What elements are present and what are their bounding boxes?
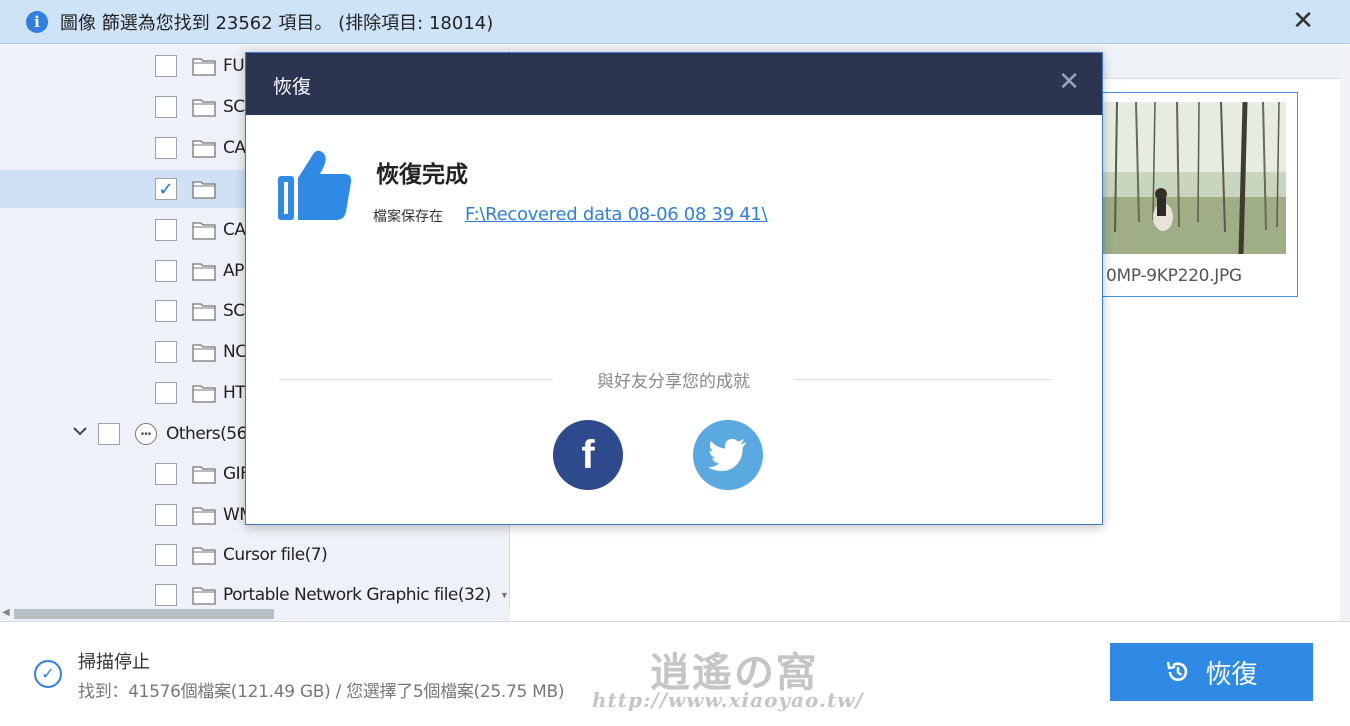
twitter-share-button[interactable] [693, 420, 763, 490]
info-icon: i [26, 10, 48, 33]
tree-item-checkbox[interactable] [155, 544, 177, 566]
tree-item-checkbox[interactable] [155, 504, 177, 526]
tree-item-checkbox[interactable] [155, 260, 177, 282]
folder-icon [192, 342, 216, 362]
folder-icon [192, 505, 216, 525]
tree-item-label: CA [223, 138, 246, 158]
tree-item-checkbox[interactable] [155, 584, 177, 606]
dialog-title: 恢復 [273, 76, 312, 98]
divider-right [794, 379, 1052, 380]
more-icon: ••• [135, 423, 157, 445]
tree-item-checkbox[interactable] [155, 137, 177, 159]
divider-left [279, 379, 553, 380]
tree-item-checkbox[interactable] [155, 300, 177, 322]
chevron-down-icon[interactable] [72, 423, 88, 444]
folder-icon [192, 301, 216, 321]
dialog-close-icon[interactable]: ✕ [1058, 69, 1080, 95]
tree-item-label: SC [223, 97, 245, 117]
folder-icon [192, 179, 216, 199]
recovery-complete-dialog: 恢復 ✕ 恢復完成 檔案保存在 F:\Recovered data 08-06 … [245, 52, 1103, 525]
folder-icon [192, 97, 216, 117]
tree-item-label: HT [223, 383, 246, 403]
tree-item-label: Cursor file(7) [223, 545, 328, 565]
facebook-share-button[interactable]: f [553, 420, 623, 490]
scroll-left-arrow-icon[interactable]: ◀ [2, 607, 10, 618]
recover-button-label: 恢復 [1205, 659, 1258, 690]
banner-close-icon[interactable]: ✕ [1292, 8, 1314, 34]
watermark-url: http://www.xiaoyao.tw/ [592, 688, 864, 712]
folder-icon [192, 56, 216, 76]
tree-item-label: SC [223, 301, 245, 321]
scan-status-title: 掃描停止 [78, 652, 150, 673]
content-vertical-scrollbar[interactable] [1340, 45, 1350, 621]
tree-item-checkbox-checked[interactable]: ✓ [155, 178, 177, 200]
tree-item-label: FU [223, 56, 245, 76]
scrollbar-thumb[interactable] [14, 609, 274, 619]
tree-group-checkbox[interactable] [98, 423, 120, 445]
folder-icon [192, 261, 216, 281]
tree-item-checkbox[interactable] [155, 55, 177, 77]
tree-item-label: NC [223, 342, 247, 362]
tree-item-checkbox[interactable] [155, 341, 177, 363]
recovery-complete-heading: 恢復完成 [376, 162, 468, 188]
filter-result-message: 圖像 篩選為您找到 23562 項目。 (排除項目: 18014) [60, 12, 494, 34]
facebook-icon: f [581, 432, 595, 477]
thumbs-up-icon [278, 150, 352, 220]
save-location-label: 檔案保存在 [373, 209, 443, 225]
filter-banner: i 圖像 篩選為您找到 23562 項目。 (排除項目: 18014) ✕ [0, 0, 1350, 44]
folder-icon [192, 383, 216, 403]
tree-horizontal-scrollbar[interactable]: ◀ [0, 607, 510, 621]
watermark-logo: 逍遙の窩 http://www.xiaoyao.tw/ [592, 640, 864, 715]
tree-item[interactable]: Cursor file(7) [0, 536, 498, 574]
scroll-down-arrow-icon[interactable]: ▼ [500, 590, 509, 600]
tree-item-checkbox[interactable] [155, 96, 177, 118]
restore-icon [1167, 661, 1188, 681]
tree-item-label: CA [223, 220, 246, 240]
folder-icon [192, 220, 216, 240]
folder-icon [192, 545, 216, 565]
photo-thumbnail[interactable] [1103, 102, 1286, 254]
folder-icon [192, 585, 216, 605]
tree-item-checkbox[interactable] [155, 219, 177, 241]
folder-icon [192, 138, 216, 158]
scan-status-detail: 找到：41576個檔案(121.49 GB) / 您選擇了5個檔案(25.75 … [78, 682, 565, 702]
tree-item-checkbox[interactable] [155, 382, 177, 404]
tree-item-label: Portable Network Graphic file(32) [223, 585, 491, 605]
recover-button[interactable]: 恢復 [1110, 643, 1313, 701]
twitter-icon [708, 438, 746, 471]
share-prompt: 與好友分享您的成就 [597, 372, 750, 392]
tree-group-label: Others(56 [166, 424, 247, 444]
folder-icon [192, 464, 216, 484]
save-location-link[interactable]: F:\Recovered data 08-06 08 39 41\ [465, 204, 768, 225]
tree-item-label: AP [223, 261, 244, 281]
tree-item-checkbox[interactable] [155, 463, 177, 485]
dialog-title-bar: 恢復 ✕ [246, 53, 1102, 115]
thumbnail-filename: 0MP-9KP220.JPG [1106, 266, 1242, 286]
check-circle-icon: ✓ [34, 660, 62, 688]
